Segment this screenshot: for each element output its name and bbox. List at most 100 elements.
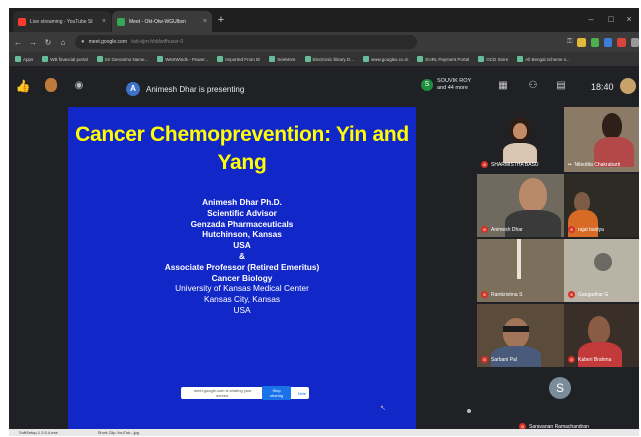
slide-line: USA	[233, 304, 251, 315]
raise-hand-icon[interactable]: 👍	[15, 78, 31, 94]
participant-name: Kaberi Brahma	[578, 356, 612, 363]
participant-tile[interactable]: ⊘ Kaberi Brahma	[564, 304, 639, 367]
participant-video	[594, 253, 612, 271]
downloads-shelf: SoftSetup-1.3.0.4.exe Short-Clip-YouTub.…	[9, 429, 639, 436]
grid-layout-icon[interactable]: ▦	[497, 80, 509, 92]
self-video-thumbnail[interactable]	[43, 78, 59, 94]
bookmark-item[interactable]: Sri Geronimo Name...	[96, 56, 148, 62]
bookmark-item[interactable]: EURL Payment Portal	[417, 56, 469, 62]
meet-top-bar: 👍 ◉ A Animesh Dhar is presenting S SOUVI…	[9, 66, 639, 107]
participant-name: SOUVIK ROY	[437, 78, 472, 84]
bookmark-item[interactable]: OCD Store	[478, 56, 508, 62]
download-item[interactable]: SoftSetup-1.3.0.4.exe	[19, 430, 58, 435]
bookmark-item[interactable]: All Bengal scheme s...	[517, 56, 570, 62]
share-bar-text: meet.google.com is sharing your screen.	[193, 388, 252, 398]
extension-icon[interactable]	[604, 37, 613, 47]
participant-tile[interactable]: ⊘ rajat baidya	[564, 174, 639, 237]
participant-label: ⊘ Animesh Dhar	[481, 226, 523, 233]
slide-line: &	[239, 250, 245, 261]
participant-tile[interactable]: ⊘ Sarbani Pal	[477, 304, 564, 367]
slide-line: Kansas City, Kansas	[204, 294, 280, 305]
participant-name: Sarbani Pal	[491, 356, 517, 363]
back-icon[interactable]: ←	[12, 36, 24, 49]
effects-icon[interactable]: ◉	[71, 78, 87, 94]
mic-off-icon: ⊘	[568, 291, 575, 298]
avatar[interactable]	[620, 78, 636, 94]
participant-label: ⊘ Sarbani Pal	[481, 356, 517, 363]
participant-tile[interactable]: ⊘ SHARMISTHA BASU	[477, 107, 564, 172]
slide-title-line: Cancer Chemoprevention: Yin and	[75, 123, 409, 146]
navigation-bar: ← → ↻ ⌂ ● meet.google.com/wtt-djrn-hhkfw…	[9, 32, 639, 52]
participant-name: Gangadhar G	[578, 291, 609, 298]
bookmark-item[interactable]: Imported From IE	[217, 56, 260, 62]
participant-tile[interactable]: ⊘ Animesh Dhar	[477, 174, 564, 237]
participant-label: ⊘ Gangadhar G	[568, 291, 608, 298]
presenter-avatar: A	[126, 82, 140, 96]
hide-button[interactable]: Hide	[295, 389, 309, 398]
profile-icon[interactable]	[630, 37, 639, 47]
slide-title: Cancer Chemoprevention: Yin and Yang	[68, 121, 416, 177]
mic-off-icon: ⊘	[568, 226, 575, 233]
bookmark-item[interactable]: WestWinds - Power...	[157, 56, 208, 62]
participant-tile[interactable]: •• Nibedita Chakrabarti	[564, 107, 639, 172]
participant-name: SHARMISTHA BASU	[491, 161, 539, 168]
bookmark-item[interactable]: SeeMore	[269, 56, 296, 62]
extension-icon[interactable]	[617, 37, 626, 47]
download-item[interactable]: Short-Clip-YouTub...jpg	[98, 430, 139, 435]
chat-icon[interactable]: ▤	[555, 80, 567, 92]
reload-icon[interactable]: ↻	[42, 36, 54, 49]
participant-video	[517, 239, 521, 279]
presenter-indicator: A Animesh Dhar is presenting	[126, 82, 244, 96]
extension-icon[interactable]	[590, 37, 600, 47]
more-icon: ••	[568, 162, 572, 168]
participant-label: ⊘ Ramkrishna S	[481, 291, 522, 298]
tab-label: Live streaming - YouTube St	[30, 18, 93, 25]
screen-share-bar: meet.google.com is sharing your screen. …	[181, 386, 309, 400]
plus-icon[interactable]: +	[215, 14, 227, 26]
bookmark-icon	[42, 56, 49, 62]
address-bar[interactable]: ● meet.google.com/wtt-djrn-hhkfwtfhuser-…	[75, 35, 418, 49]
bookmark-item[interactable]: Electronic library D...	[304, 56, 354, 62]
forward-icon[interactable]: →	[27, 36, 39, 49]
key-icon[interactable]: ⚿	[567, 38, 572, 46]
tab-youtube-live[interactable]: Live streaming - YouTube St ×	[13, 11, 111, 32]
stop-sharing-button[interactable]: Stop sharing	[262, 386, 291, 400]
bookmark-icon	[478, 56, 485, 62]
participant-name: Ramkrishna S	[491, 291, 523, 298]
participant-tile[interactable]: ⊘ Gangadhar G	[564, 239, 639, 302]
close-icon[interactable]: ×	[623, 13, 635, 25]
close-tab-icon[interactable]: ×	[102, 18, 106, 25]
slide-line: University of Kansas Medical Center	[175, 283, 309, 294]
participant-tile[interactable]: ⊘ Ramkrishna S	[477, 239, 564, 302]
clock: 18:40	[591, 82, 614, 92]
participant-tile[interactable]: S ⊘ Saravanan Ramachandran	[477, 369, 639, 436]
meet-icon	[117, 17, 125, 26]
mic-off-icon: ⊘	[481, 226, 488, 233]
extension-icon[interactable]	[577, 37, 586, 47]
participants-chip[interactable]: S SOUVIK ROY and 44 more	[421, 78, 471, 92]
mic-off-icon: ⊘	[481, 161, 488, 168]
bookmark-item[interactable]: www.googlex.co.in	[363, 56, 408, 62]
close-tab-icon[interactable]: ×	[203, 18, 207, 25]
bookmark-item[interactable]: Apps	[15, 56, 33, 62]
participant-name: Animesh Dhar	[491, 226, 523, 233]
participant-label: ⊘ Kaberi Brahma	[568, 356, 611, 363]
slide-line: Genzada Pharmaceuticals	[190, 218, 294, 229]
participant-video	[503, 326, 529, 332]
bookmark-icon	[217, 56, 224, 62]
tab-strip: Live streaming - YouTube St × Meet - Okt…	[9, 8, 639, 32]
participant-count: and 44 more	[437, 85, 468, 91]
home-icon[interactable]: ⌂	[57, 36, 69, 49]
participant-name: rajat baidya	[578, 226, 604, 233]
slide-line: Cancer Biology	[211, 272, 273, 283]
people-icon[interactable]: ⚇	[527, 80, 539, 92]
tab-google-meet[interactable]: Meet - Okt-Otw-WGUlbxn ×	[112, 11, 212, 32]
maximize-icon[interactable]: □	[605, 13, 617, 25]
slide-body: Animesh Dhar Ph.D. Scientific Advisor Ge…	[68, 197, 416, 316]
participant-video	[602, 113, 622, 139]
bookmark-item[interactable]: WB financial portal	[42, 56, 88, 62]
url-path: /wtt-djrn-hhkfwtfhuser-0	[130, 39, 184, 45]
participants-summary: SOUVIK ROY and 44 more	[437, 78, 471, 92]
minimize-icon[interactable]: –	[585, 13, 597, 25]
participant-video	[503, 318, 529, 348]
